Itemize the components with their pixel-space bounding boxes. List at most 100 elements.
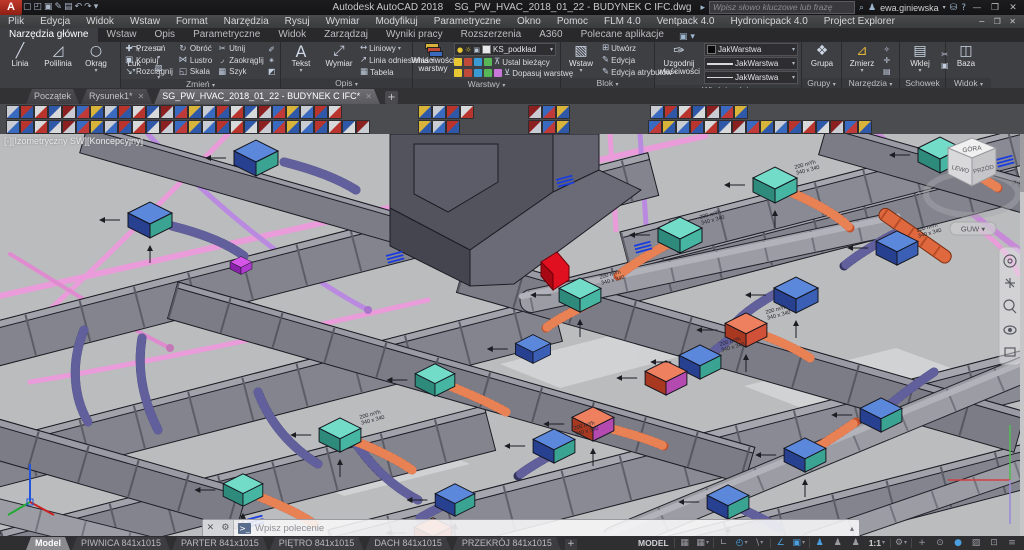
toolbar-icon[interactable] [802,120,816,134]
menu-wymiar[interactable]: Wymiar [318,15,368,28]
toolbar-icon[interactable] [118,105,132,119]
modify-przesuń[interactable]: ✚Przesuń [124,43,173,55]
toolbar-icon[interactable] [34,105,48,119]
qat-open-icon[interactable]: ◰ [34,2,43,12]
toolbar-icon[interactable] [774,120,788,134]
ribbon-tab-zarz-dzaj[interactable]: Zarządzaj [315,28,377,42]
toolbar-icon[interactable] [356,120,370,134]
modify-utnij[interactable]: ✂Utnij [217,43,264,55]
annotation-person-icon[interactable]: ♟ [847,536,865,550]
customization-icon[interactable]: ≡ [1003,536,1021,550]
panel-label-utilities[interactable]: Narzędzia ▾ [842,78,899,88]
toolbar-icon[interactable] [188,105,202,119]
ucs-dropdown[interactable]: GUW ▾ [961,225,985,234]
qat-save-icon[interactable]: ▣ [44,2,53,12]
mdi-window-controls[interactable]: − ❐ ✕ [978,17,1024,26]
modify-skala[interactable]: ◱Skala [178,66,212,78]
layer-tool-icon[interactable] [484,58,492,66]
layer-dropdown[interactable]: ● ☼ ▣ KS_podkład ▾ [454,43,556,56]
ribbon-tab-widok[interactable]: Widok [269,28,315,42]
modify-zaokrąglij[interactable]: ◞Zaokrąglij [217,55,264,67]
layer-tool-icon[interactable] [464,58,472,66]
object-snap-icon[interactable]: ▣▾ [790,536,808,550]
layout-tab-pi-tro-841x1015[interactable]: PIĘTRO 841x1015 [270,537,364,550]
point-icon[interactable]: ✛ [883,56,891,65]
annotation-monitor-icon[interactable]: + [913,536,931,550]
toolbar-icon[interactable] [160,105,174,119]
qat-new-icon[interactable]: ▢ [23,2,32,12]
toolbar-icon[interactable] [328,120,342,134]
toolbar-icon[interactable] [286,120,300,134]
toolbar-icon[interactable] [418,120,432,134]
toolbar-icon[interactable] [746,120,760,134]
toolbar-icon[interactable] [6,105,20,119]
toolbar-icon[interactable] [188,120,202,134]
file-tab-rysunek1-[interactable]: Rysunek1*✕ [81,89,152,104]
command-bar-grip[interactable]: ✕ ⚙ [203,520,234,536]
toolbar-icon[interactable] [734,105,748,119]
toolbar-icon[interactable] [230,105,244,119]
toolbar-icon[interactable] [650,105,664,119]
match-properties-button[interactable]: ✑Uzgodnij właściwości [658,43,700,84]
toolbar-icon[interactable] [272,120,286,134]
user-menu-caret[interactable]: ▾ [943,4,946,11]
layout-tab-dach-841x1015[interactable]: DACH 841x1015 [365,537,451,550]
toolbar-icon[interactable] [760,120,774,134]
menu-okno[interactable]: Okno [509,15,549,28]
toolbar-icon[interactable] [20,120,34,134]
menu-parametryczne[interactable]: Parametryczne [426,15,509,28]
toolbar-icon[interactable] [286,105,300,119]
viewport-controls-label[interactable]: [-][Izometryczny SW][Koncepcyjny] [4,136,143,146]
toolbar-icon[interactable] [692,105,706,119]
layout-tab-parter-841x1015[interactable]: PARTER 841x1015 [172,537,268,550]
command-tools-icon[interactable]: ⚙ [221,523,229,533]
isometric-drafting-icon[interactable]: \▾ [751,536,769,550]
qat-plot-icon[interactable]: ▤ [64,2,73,12]
panel-label-clipboard[interactable]: Schowek [900,78,945,88]
toolbar-icon[interactable] [830,120,844,134]
toolbar-icon[interactable] [732,120,746,134]
toolbar-icon[interactable] [62,105,76,119]
ribbon-tab-opis[interactable]: Opis [146,28,185,42]
toolbar-icon[interactable] [432,120,446,134]
layer-tool-icon[interactable] [474,69,482,77]
menu-pomoc[interactable]: Pomoc [549,15,596,28]
paste-button[interactable]: ▤Wklej▾ [903,43,937,77]
menu-hydronicpack-4-0[interactable]: Hydronicpack 4.0 [723,15,816,28]
object-color-dropdown[interactable]: JakWarstwa▾ [704,43,798,56]
command-close-icon[interactable]: ✕ [207,523,215,533]
drawing-area[interactable]: [-][Izometryczny SW][Koncepcyjny] [0,134,1024,536]
modify-szyk[interactable]: ▦Szyk [217,66,264,78]
navigation-bar[interactable] [999,247,1021,365]
graphics-performance-icon[interactable]: ● [949,536,967,550]
quick-select-icon[interactable]: ✧ [883,45,891,54]
help-search-input[interactable]: Wpisz słowo kluczowe lub frazę [709,1,855,14]
toolbar-icon[interactable] [542,105,556,119]
layout-tab-przekr-j-841x1015[interactable]: PRZEKRÓJ 841x1015 [453,537,561,550]
command-history-arrow[interactable]: ▴ [850,524,859,533]
panel-label-modify[interactable]: Zmień ▾ [121,79,280,89]
toolbar-icon[interactable] [216,120,230,134]
ortho-mode-icon[interactable]: ∟ [715,536,733,550]
toolbar-icon[interactable] [118,120,132,134]
search-arrow-icon[interactable]: ▸ [700,3,705,13]
toolbar-icon[interactable] [104,105,118,119]
window-minimize-button[interactable]: — [970,3,984,13]
modify-kopiuj[interactable]: ▣Kopiuj [124,55,173,67]
toolbar-icon[interactable] [244,105,258,119]
menu-widok[interactable]: Widok [78,15,122,28]
toolbar-icon[interactable] [300,120,314,134]
toolbar-icon[interactable] [230,120,244,134]
toolbar-icon[interactable] [272,105,286,119]
layer-tool-icon[interactable] [454,58,462,66]
toolbar-icon[interactable] [160,120,174,134]
toolbar-icon[interactable] [90,120,104,134]
file-tab-pocz-tek[interactable]: Początek [26,89,79,104]
make-current-label[interactable]: Ustal bieżący [502,58,550,67]
linetype-dropdown[interactable]: JakWarstwa▾ [704,71,798,84]
toolbar-icon[interactable] [460,105,474,119]
clean-screen-icon[interactable]: ▨ [967,536,985,550]
model-space-toggle[interactable]: MODEL [634,536,673,550]
hvac-box-blue[interactable] [128,202,172,238]
help-icon[interactable]: ? [961,3,966,13]
